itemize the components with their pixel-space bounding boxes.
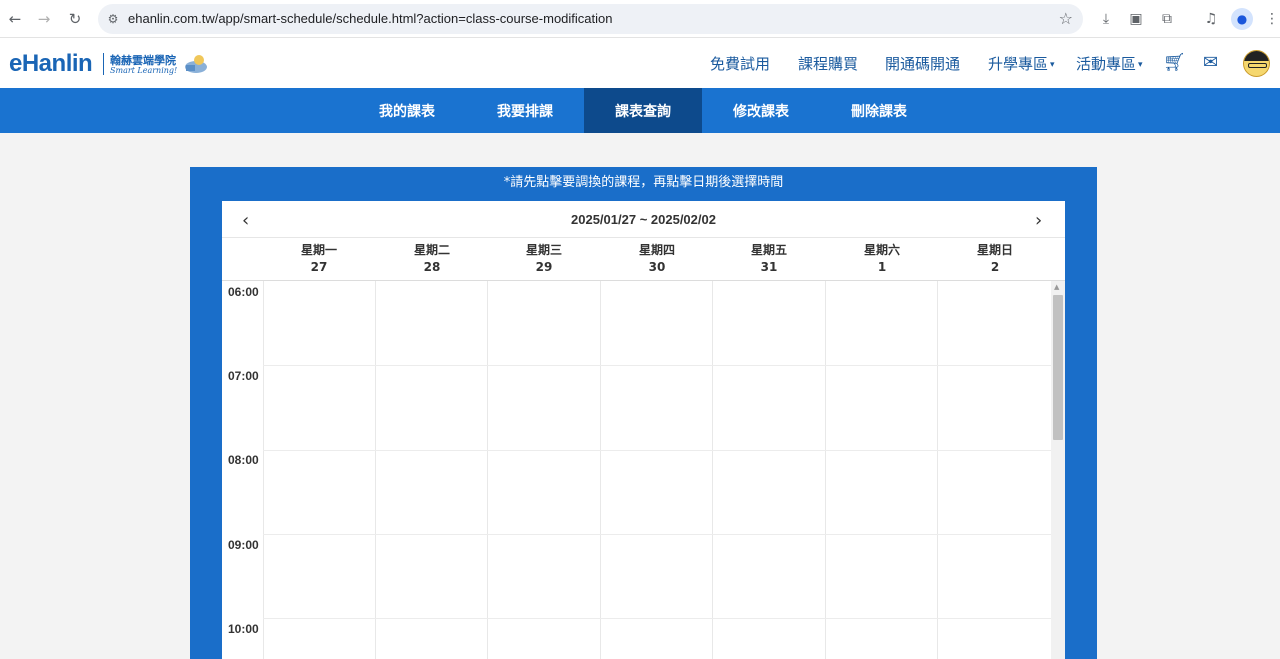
logo[interactable]: eHanlin xyxy=(9,50,93,78)
tab-search-icon[interactable]: ▣ xyxy=(1125,8,1147,30)
site-header: eHanlin 翰赫雲端學院 Smart Learning! 免費試用 課程購買… xyxy=(0,38,1280,88)
time-label: 06:00 xyxy=(228,285,259,299)
reload-icon[interactable]: ↻ xyxy=(64,8,86,30)
time-grid[interactable]: 06:00 07:00 08:00 09:00 10:00 xyxy=(222,281,1051,659)
instruction-hint: *請先點擊要調換的課程，再點擊日期後選擇時間 xyxy=(503,175,784,190)
logo-slogan: Smart Learning! xyxy=(110,66,178,75)
day-name: 星期一 xyxy=(300,243,337,257)
day-header[interactable]: 星期一 27 xyxy=(263,242,375,276)
calendar-header: ‹ 2025/01/27 ~ 2025/02/02 › xyxy=(222,201,1065,238)
day-name: 星期日 xyxy=(976,243,1013,257)
tab-delete-schedule[interactable]: 刪除課表 xyxy=(820,88,938,133)
scroll-up-arrow-icon[interactable]: ▲ xyxy=(1054,283,1059,291)
day-date: 31 xyxy=(760,260,778,274)
logo-separator xyxy=(103,53,104,75)
avatar[interactable] xyxy=(1243,50,1270,77)
chevron-down-icon: ▾ xyxy=(1050,60,1055,70)
site-info-icon[interactable]: ⚙ xyxy=(105,11,121,27)
url-text[interactable]: ehanlin.com.tw/app/smart-schedule/schedu… xyxy=(128,11,613,26)
download-icon[interactable]: ⤓ xyxy=(1095,8,1117,30)
day-header[interactable]: 星期日 2 xyxy=(939,242,1051,276)
nav-course-purchase[interactable]: 課程購買 xyxy=(798,53,858,74)
chevron-down-icon: ▾ xyxy=(1138,60,1143,70)
mail-icon[interactable]: ✉ xyxy=(1203,52,1218,73)
day-name: 星期三 xyxy=(525,243,562,257)
tab-arrange-course[interactable]: 我要排課 xyxy=(466,88,584,133)
time-label: 10:00 xyxy=(228,622,259,636)
scrollbar-thumb[interactable] xyxy=(1053,295,1063,440)
day-header[interactable]: 星期四 30 xyxy=(601,242,713,276)
menu-dots-icon[interactable]: ⋮ xyxy=(1261,8,1280,30)
nav-events-zone[interactable]: 活動專區 ▾ xyxy=(1076,53,1143,74)
cart-icon[interactable]: 🛒︎ xyxy=(1163,52,1186,73)
day-header-row: 星期一 27 星期二 28 星期三 29 星期四 30 星期五 31 星期六 1 星期日 2 xyxy=(222,238,1065,281)
week-range: 2025/01/27 ~ 2025/02/02 xyxy=(571,212,716,227)
day-header[interactable]: 星期六 1 xyxy=(826,242,938,276)
schedule-tab-bar: 我的課表 我要排課 課表查詢 修改課表 刪除課表 xyxy=(0,88,1280,133)
tab-schedule-query[interactable]: 課表查詢 xyxy=(584,88,702,133)
time-label: 07:00 xyxy=(228,369,259,383)
day-header[interactable]: 星期五 31 xyxy=(713,242,825,276)
profile-icon[interactable]: ● xyxy=(1231,8,1253,30)
mascot-icon xyxy=(185,55,207,73)
next-week-chevron-icon[interactable]: › xyxy=(1035,210,1042,231)
forward-arrow-icon[interactable]: → xyxy=(33,8,55,30)
nav-admission-zone-label: 升學專區 xyxy=(988,55,1049,73)
back-arrow-icon[interactable]: ← xyxy=(4,8,26,30)
media-control-icon[interactable]: ♫ xyxy=(1200,8,1222,30)
day-name: 星期二 xyxy=(413,243,450,257)
calendar-scrollbar[interactable]: ▲ xyxy=(1051,281,1065,659)
tab-my-schedule[interactable]: 我的課表 xyxy=(348,88,466,133)
address-bar[interactable]: ⚙ ehanlin.com.tw/app/smart-schedule/sche… xyxy=(98,4,1083,34)
bookmark-star-icon[interactable]: ☆ xyxy=(1059,9,1073,28)
day-name: 星期六 xyxy=(863,243,900,257)
nav-free-trial[interactable]: 免費試用 xyxy=(710,53,770,74)
schedule-panel: *請先點擊要調換的課程，再點擊日期後選擇時間 ‹ 2025/01/27 ~ 20… xyxy=(190,167,1097,659)
time-label: 08:00 xyxy=(228,453,259,467)
nav-code-activation[interactable]: 開通碼開通 xyxy=(885,53,960,74)
nav-admission-zone[interactable]: 升學專區 ▾ xyxy=(988,53,1055,74)
extensions-icon[interactable]: ⧉ xyxy=(1156,8,1178,30)
day-header[interactable]: 星期二 28 xyxy=(376,242,488,276)
tab-modify-schedule[interactable]: 修改課表 xyxy=(702,88,820,133)
nav-events-zone-label: 活動專區 xyxy=(1076,55,1137,73)
day-date: 27 xyxy=(310,260,328,274)
day-date: 2 xyxy=(990,260,1000,274)
day-date: 29 xyxy=(535,260,553,274)
browser-toolbar: ← → ↻ ⚙ ehanlin.com.tw/app/smart-schedul… xyxy=(0,0,1280,38)
day-name: 星期五 xyxy=(750,243,787,257)
day-name: 星期四 xyxy=(638,243,675,257)
day-date: 28 xyxy=(423,260,441,274)
day-date: 1 xyxy=(877,260,887,274)
day-date: 30 xyxy=(648,260,666,274)
day-header[interactable]: 星期三 29 xyxy=(488,242,600,276)
time-label: 09:00 xyxy=(228,538,259,552)
weekly-calendar: ‹ 2025/01/27 ~ 2025/02/02 › 星期一 27 星期二 28 … xyxy=(222,201,1065,659)
